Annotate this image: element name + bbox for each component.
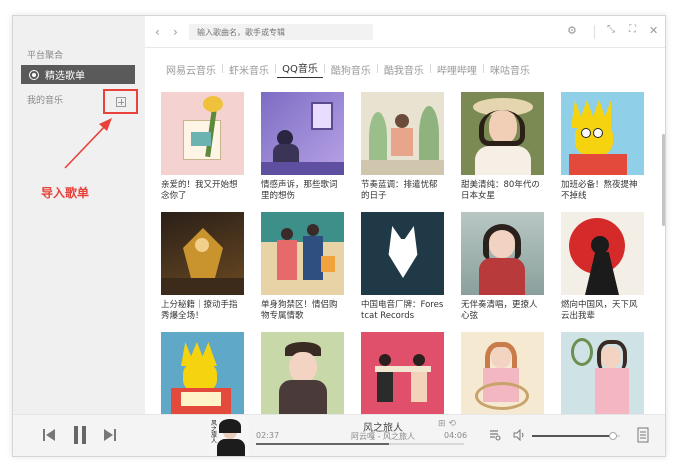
- current-time: 02:37: [256, 431, 280, 440]
- scrollbar[interactable]: [662, 134, 665, 226]
- playlist-cover: [261, 92, 344, 175]
- loop-icon[interactable]: ⟲: [448, 419, 456, 429]
- back-icon[interactable]: ‹: [155, 25, 160, 39]
- settings-icon[interactable]: ⚙: [567, 24, 577, 37]
- tab-netease[interactable]: 网易云音乐: [161, 62, 221, 77]
- search-input[interactable]: [189, 24, 373, 40]
- playlist-cover: [561, 332, 644, 414]
- volume-slider[interactable]: [532, 432, 620, 440]
- app-window: 平台聚合 精选歌单 我的音乐 导入歌单 ‹ › ⚙ ⤡ ⛶ ✕ 网易云音乐 | …: [12, 15, 666, 457]
- mini-mode-icon[interactable]: ⤡: [607, 24, 615, 35]
- playlist-title: 上分秘籍｜撩动手指秀爆全场！: [161, 300, 238, 321]
- playlist-cover: [161, 332, 244, 414]
- playlist-title: 无伴奏清唱，更撩人心弦: [461, 300, 538, 321]
- playlist-title: 燃向中国风，天下风云出我辈: [561, 300, 638, 321]
- playlist-card[interactable]: 中国电音厂牌：Forestcat Records: [361, 212, 444, 322]
- tab-kuwo[interactable]: 酷我音乐: [379, 62, 429, 77]
- playlist-card[interactable]: [361, 332, 444, 414]
- playlist-cover: [561, 212, 644, 295]
- playlist-cover: [461, 212, 544, 295]
- playlist-cover: [261, 212, 344, 295]
- tab-kugou[interactable]: 酷狗音乐: [326, 62, 376, 77]
- close-icon[interactable]: ✕: [649, 24, 658, 37]
- volume-icon[interactable]: [513, 429, 525, 441]
- tab-qq[interactable]: QQ音乐: [277, 60, 323, 78]
- tab-xiami[interactable]: 虾米音乐: [224, 62, 274, 77]
- playlist-card[interactable]: 燃向中国风，天下风云出我辈: [561, 212, 644, 322]
- playlist-cover: [361, 92, 444, 175]
- previous-icon[interactable]: [43, 428, 55, 442]
- volume-knob[interactable]: [608, 432, 617, 440]
- playlist-title: 甜美清纯：80年代の日本女星: [461, 180, 540, 201]
- playlist-title: 中国电音厂牌：Forestcat Records: [361, 300, 444, 321]
- playlist-cover: [161, 212, 244, 295]
- playlist-card[interactable]: 加班必备！熬夜提神不掉线: [561, 92, 644, 202]
- playlist-title: 加班必备！熬夜提神不掉线: [561, 180, 638, 201]
- playlist-queue-icon[interactable]: [637, 427, 649, 443]
- progress-fill: [256, 443, 390, 445]
- tab-bilibili[interactable]: 哔哩哔哩: [432, 62, 482, 77]
- playlist-cover: [361, 212, 444, 295]
- playlist-card[interactable]: 单身狗禁区！情侣购物专属情歌: [261, 212, 344, 322]
- pause-icon[interactable]: [73, 426, 87, 444]
- progress-bar[interactable]: [256, 443, 464, 445]
- sidebar: 平台聚合 精选歌单 我的音乐 导入歌单: [13, 16, 145, 414]
- playlist-cover: [561, 92, 644, 175]
- playlist-card[interactable]: 亲爱的！我又开始想念你了: [161, 92, 244, 202]
- next-icon[interactable]: [104, 428, 116, 442]
- playlist-title: 节奏蓝调：排遣忧郁的日子: [361, 180, 438, 201]
- playlist-cover: [161, 92, 244, 175]
- playlist-cover: [361, 332, 444, 414]
- playlist-cover: [261, 332, 344, 414]
- lyrics-icon[interactable]: [489, 429, 501, 441]
- playlist-card[interactable]: [161, 332, 244, 414]
- playlist-cover: [461, 92, 544, 175]
- divider: [594, 25, 595, 39]
- top-bar: ‹ › ⚙ ⤡ ⛶ ✕: [145, 16, 665, 48]
- playlist-card[interactable]: 无伴奏清唱，更撩人心弦: [461, 212, 544, 322]
- annotation-label: 导入歌单: [41, 186, 90, 200]
- song-actions: ⊞ ⟲: [438, 419, 456, 429]
- maximize-icon[interactable]: ⛶: [629, 24, 636, 35]
- playlist-card[interactable]: 情感声诉，那些歌词里的想伤: [261, 92, 344, 202]
- tab-migu[interactable]: 咪咕音乐: [485, 62, 535, 77]
- playlist-card[interactable]: 节奏蓝调：排遣忧郁的日子: [361, 92, 444, 202]
- album-art[interactable]: 风之旅人: [209, 417, 249, 456]
- playlist-card[interactable]: 上分秘籍｜撩动手指秀爆全场！: [161, 212, 244, 322]
- forward-icon[interactable]: ›: [173, 25, 178, 39]
- add-to-list-icon[interactable]: ⊞: [438, 419, 446, 429]
- platform-tabs: 网易云音乐 | 虾米音乐 | QQ音乐 | 酷狗音乐 | 酷我音乐 | 哔哩哔哩…: [161, 60, 535, 78]
- total-time: 04:06: [444, 431, 468, 440]
- playlist-grid: 亲爱的！我又开始想念你了 情感声诉，那些歌词里的想伤 节奏蓝调：排遣忧郁的日子: [161, 92, 647, 414]
- player-bar: 风之旅人 02:37 风之旅人 阿云嘎 - 风之旅人 ⊞ ⟲ 04:06: [13, 414, 665, 456]
- playlist-cover: [461, 332, 544, 414]
- playlist-title: 亲爱的！我又开始想念你了: [161, 180, 238, 201]
- playlist-card[interactable]: 甜美清纯：80年代の日本女星: [461, 92, 544, 202]
- volume-fill: [532, 435, 613, 437]
- song-artist: 阿云嘎 - 风之旅人: [351, 432, 415, 441]
- playlist-card[interactable]: [461, 332, 544, 414]
- playlist-card[interactable]: [561, 332, 644, 414]
- playlist-title: 情感声诉，那些歌词里的想伤: [261, 180, 338, 201]
- playlist-card[interactable]: [261, 332, 344, 414]
- playlist-title: 单身狗禁区！情侣购物专属情歌: [261, 300, 338, 321]
